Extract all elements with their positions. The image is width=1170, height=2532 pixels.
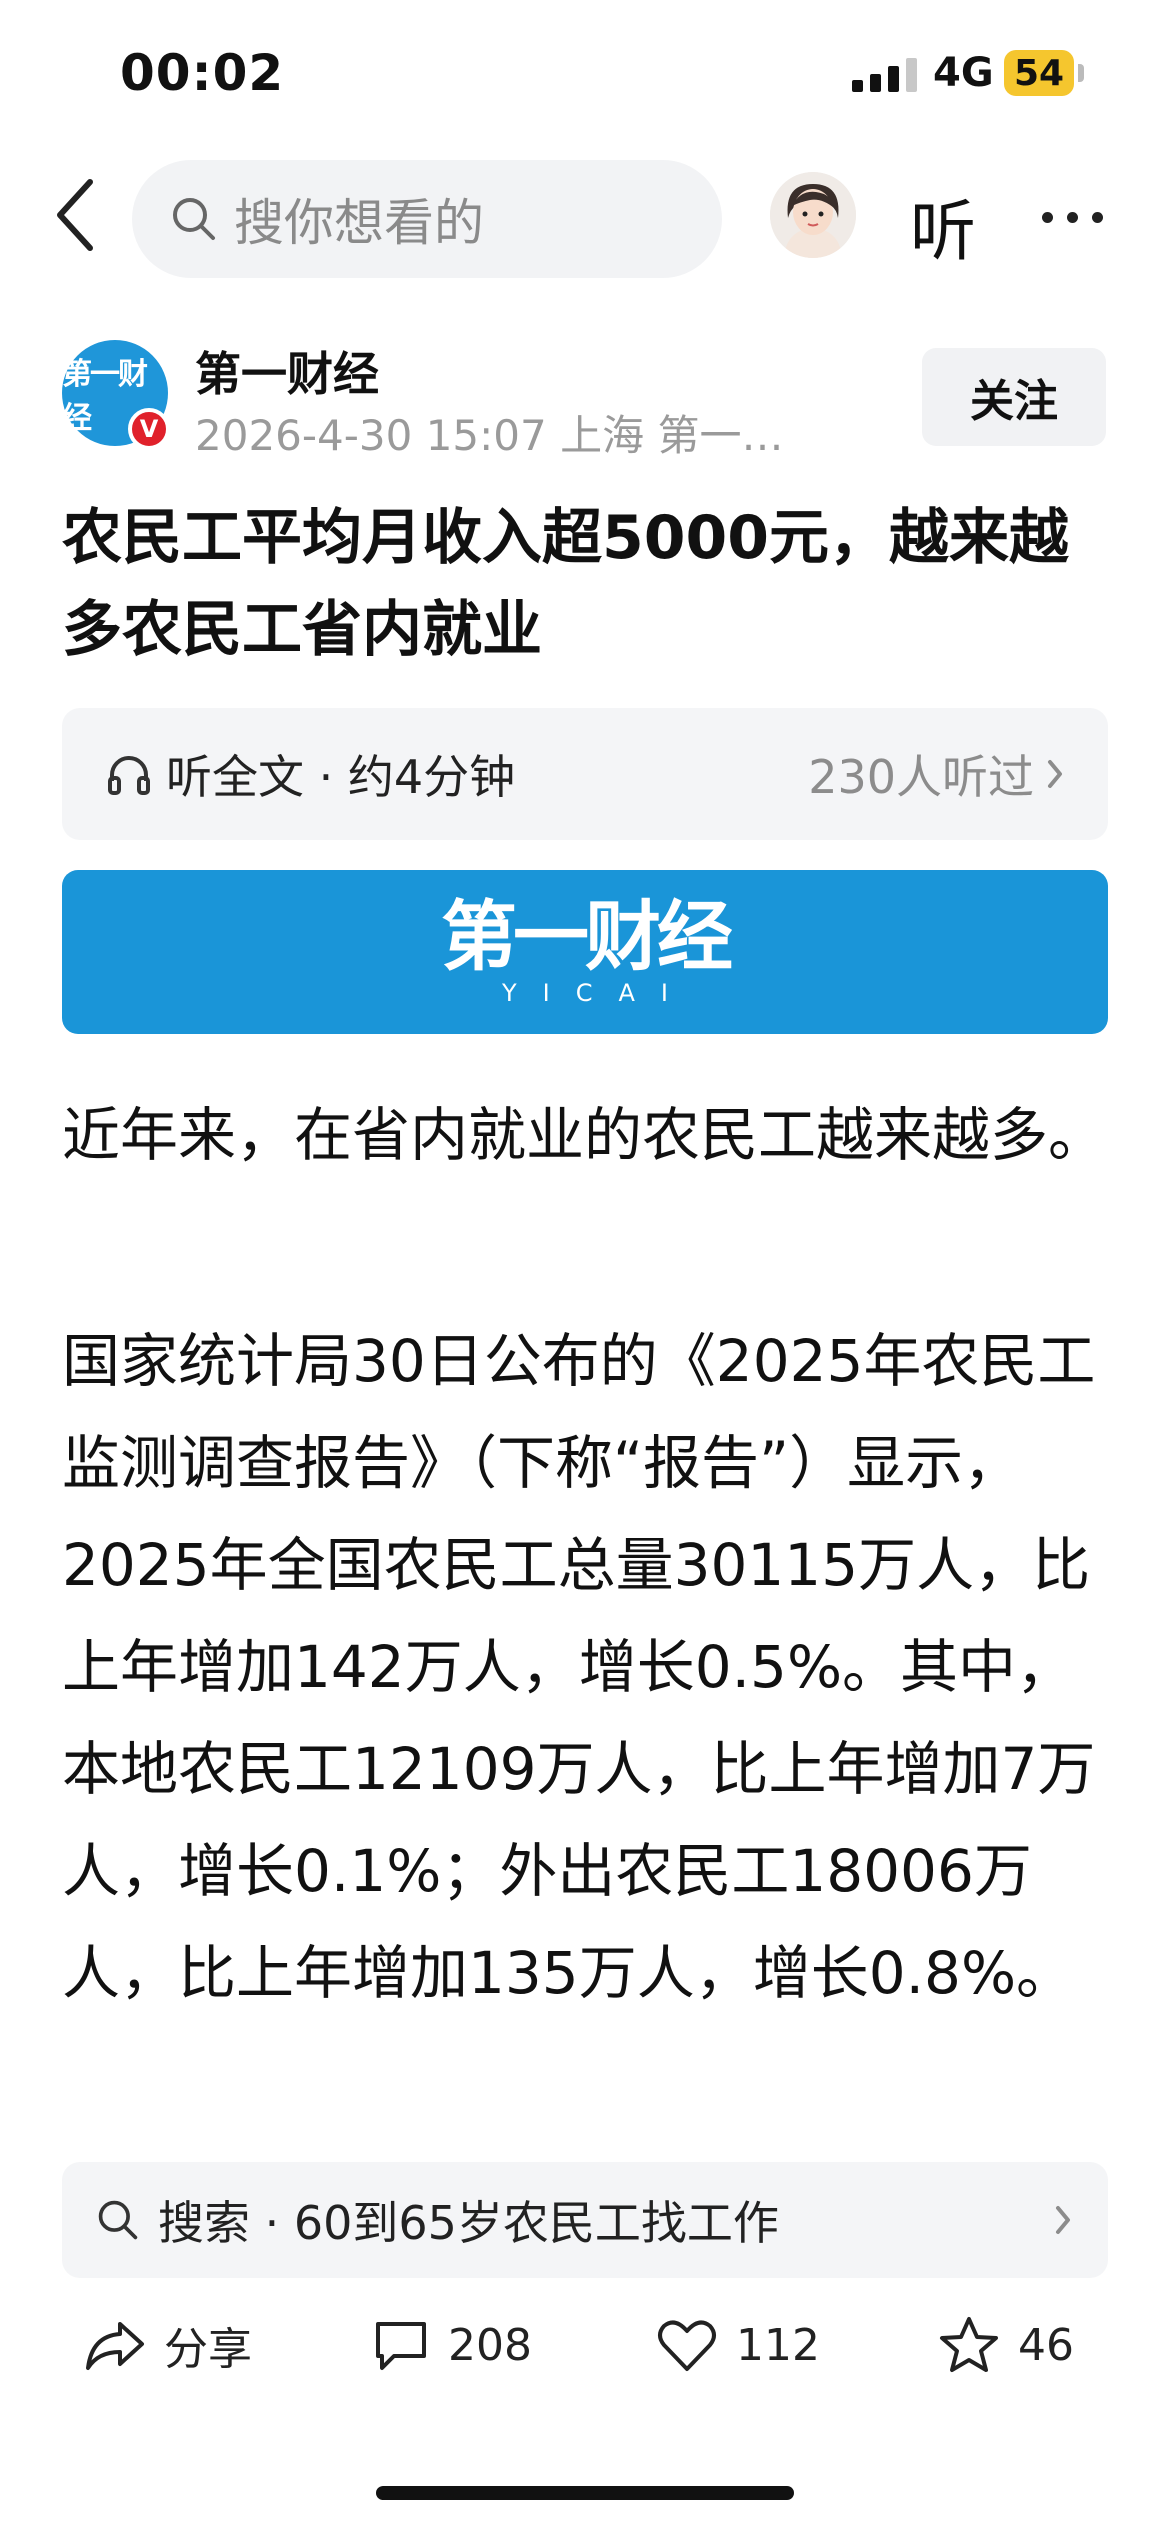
share-button[interactable]: 分享 — [84, 2300, 252, 2390]
author-name[interactable]: 第一财经 — [195, 338, 379, 404]
comment-icon — [376, 2322, 426, 2370]
battery-icon: 54 — [1004, 50, 1074, 96]
more-icon[interactable] — [1042, 212, 1103, 223]
follow-button[interactable]: 关注 — [922, 348, 1106, 446]
share-icon — [86, 2322, 144, 2370]
search-icon — [98, 2200, 138, 2240]
avatar[interactable] — [770, 172, 856, 258]
article-title: 农民工平均月收入超5000元，越来越多农民工省内就业 — [62, 503, 1069, 665]
chevron-right-icon — [1056, 2206, 1070, 2234]
search-icon — [173, 198, 215, 240]
network-type: 4G — [933, 50, 994, 96]
favorite-button[interactable]: 46 — [938, 2300, 1074, 2390]
home-indicator — [376, 2486, 794, 2500]
listen-button[interactable]: 听 — [910, 178, 976, 274]
listen-full-text-label: 听全文 · 约4分钟 — [166, 750, 516, 804]
headphones-icon — [108, 756, 150, 795]
post-meta: 2026-4-30 15:07 上海 第一… — [195, 411, 784, 460]
verified-badge: V — [128, 408, 170, 450]
status-time: 00:02 — [120, 44, 285, 102]
star-icon — [940, 2317, 998, 2372]
article-paragraph: 近年来，在省内就业的农民工越来越多。 — [62, 1101, 1107, 1169]
search-input[interactable]: 搜你想看的 — [132, 160, 722, 278]
chevron-right-icon — [1048, 760, 1062, 788]
listen-full-text-bar[interactable]: 听全文 · 约4分钟 230人听过 — [62, 708, 1108, 840]
banner-logo: 第一财经 — [441, 892, 733, 981]
listen-count: 230人听过 — [808, 750, 1034, 804]
back-icon[interactable] — [52, 176, 96, 258]
related-search-label: 搜索 · 60到65岁农民工找工作 — [158, 2196, 779, 2250]
banner-subtitle: YICAI — [502, 979, 694, 1007]
comment-count: 208 — [448, 2319, 532, 2371]
share-label: 分享 — [164, 2324, 252, 2375]
like-count: 112 — [736, 2319, 820, 2371]
related-search[interactable]: 搜索 · 60到65岁农民工找工作 — [62, 2162, 1108, 2278]
like-button[interactable]: 112 — [656, 2300, 820, 2390]
battery-cap — [1078, 64, 1084, 82]
favorite-count: 46 — [1018, 2319, 1074, 2371]
signal-icon — [852, 58, 917, 92]
battery-level: 54 — [1013, 52, 1065, 94]
search-placeholder: 搜你想看的 — [234, 194, 484, 252]
comment-button[interactable]: 208 — [372, 2300, 532, 2390]
article-paragraph: 国家统计局30日公布的《2025年农民工监测调查报告》（下称“报告”）显示，20… — [62, 1327, 1096, 2007]
brand-banner: 第一财经 YICAI — [62, 870, 1108, 1034]
like-icon — [658, 2320, 716, 2371]
